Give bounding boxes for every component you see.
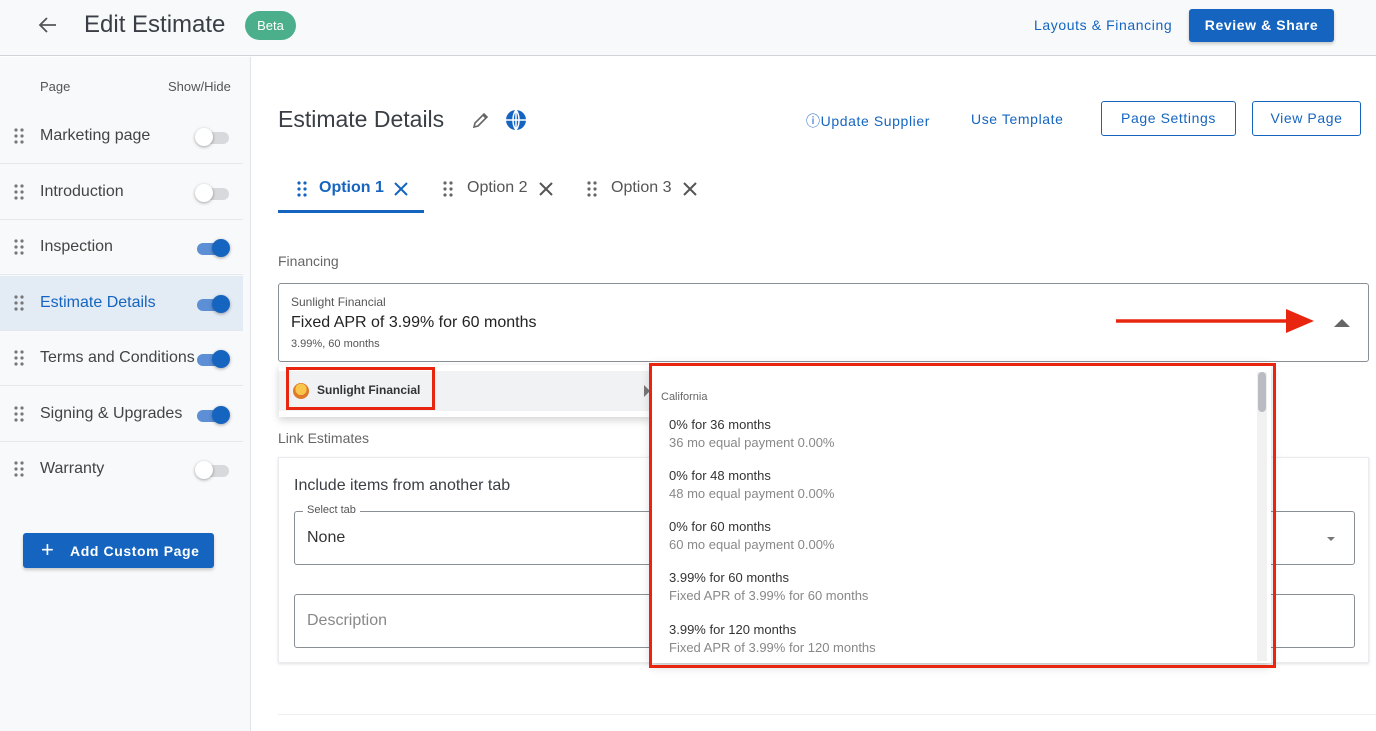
drag-handle-icon[interactable] (14, 295, 24, 311)
visibility-toggle[interactable] (195, 239, 230, 257)
drag-handle-icon[interactable] (14, 350, 24, 366)
active-tab-indicator (278, 210, 424, 213)
update-supplier-label: Update Supplier (820, 113, 931, 129)
layouts-financing-link[interactable]: Layouts & Financing (1034, 17, 1172, 33)
highlight-provider (286, 367, 435, 410)
tab-label: Option 2 (467, 179, 528, 196)
chevron-up-icon[interactable] (1334, 319, 1350, 327)
sidebar-item-warranty[interactable]: Warranty (0, 442, 243, 497)
back-arrow-icon[interactable] (36, 13, 60, 37)
arrow-right-icon (1116, 309, 1314, 333)
beta-badge: Beta (245, 11, 296, 40)
drag-handle-icon[interactable] (14, 128, 24, 144)
highlight-plans (649, 363, 1276, 668)
review-share-button[interactable]: Review & Share (1189, 9, 1334, 42)
add-custom-page-button[interactable]: + Add Custom Page (23, 533, 214, 568)
add-custom-page-label: Add Custom Page (70, 543, 200, 559)
top-bar: Edit Estimate Beta Layouts & Financing R… (0, 0, 1376, 56)
sidebar-item-estimate-details[interactable]: Estimate Details (0, 276, 243, 331)
info-icon: ⓘ (806, 113, 821, 129)
pencil-icon[interactable] (471, 110, 491, 130)
sidebar-item-introduction[interactable]: Introduction (0, 165, 243, 220)
visibility-toggle[interactable] (195, 128, 229, 146)
select-tab-legend: Select tab (303, 504, 360, 516)
sidebar: Page Show/Hide Marketing page Introducti… (0, 57, 251, 731)
close-icon[interactable] (538, 181, 554, 197)
visibility-toggle[interactable] (195, 461, 229, 479)
visibility-toggle[interactable] (195, 350, 230, 368)
section-title: Estimate Details (278, 106, 445, 132)
description-placeholder: Description (307, 612, 388, 629)
sidebar-item-label: Introduction (40, 183, 124, 200)
page-column-header: Page (40, 79, 71, 94)
visibility-toggle[interactable] (195, 184, 229, 202)
showhide-column-header: Show/Hide (168, 79, 231, 94)
financing-provider: Sunlight Financial (291, 295, 386, 309)
financing-selected-plan: Fixed APR of 3.99% for 60 months (291, 314, 537, 331)
sidebar-item-inspection[interactable]: Inspection (0, 220, 243, 275)
drag-handle-icon[interactable] (587, 181, 597, 197)
globe-icon[interactable] (504, 108, 528, 132)
sidebar-item-terms-and-conditions[interactable]: Terms and Conditions (0, 331, 243, 386)
tab-option-1[interactable]: Option 1 (297, 176, 417, 213)
link-card-title: Include items from another tab (294, 477, 511, 494)
chevron-down-icon (1327, 537, 1335, 541)
drag-handle-icon[interactable] (14, 406, 24, 422)
drag-handle-icon[interactable] (443, 181, 453, 197)
drag-handle-icon[interactable] (14, 461, 24, 477)
drag-handle-icon[interactable] (14, 184, 24, 200)
close-icon[interactable] (393, 181, 409, 197)
drag-handle-icon[interactable] (297, 181, 307, 197)
visibility-toggle[interactable] (195, 406, 230, 424)
select-tab-value: None (307, 529, 346, 546)
sidebar-item-label: Terms and Conditions (40, 349, 195, 366)
sidebar-item-label: Estimate Details (40, 294, 156, 311)
tab-label: Option 3 (611, 179, 672, 196)
plus-icon: + (41, 537, 55, 562)
use-template-button[interactable]: Use Template (971, 111, 1064, 127)
tab-option-2[interactable]: Option 2 (443, 176, 563, 213)
tab-label: Option 1 (319, 179, 384, 196)
page-title: Edit Estimate (84, 11, 226, 38)
view-page-button[interactable]: View Page (1252, 101, 1361, 136)
sidebar-item-label: Inspection (40, 238, 113, 255)
page-settings-button[interactable]: Page Settings (1101, 101, 1236, 136)
close-icon[interactable] (682, 181, 698, 197)
link-estimates-label: Link Estimates (278, 430, 370, 446)
visibility-toggle[interactable] (195, 295, 230, 313)
tab-option-3[interactable]: Option 3 (587, 176, 707, 213)
financing-selected-sub: 3.99%, 60 months (291, 338, 380, 350)
sidebar-item-label: Signing & Upgrades (40, 405, 183, 422)
sidebar-item-label: Marketing page (40, 127, 151, 144)
financing-label: Financing (278, 253, 339, 269)
sidebar-item-label: Warranty (40, 460, 105, 477)
divider (278, 714, 1376, 715)
update-supplier-button[interactable]: ⓘUpdate Supplier (806, 111, 930, 131)
sidebar-item-marketing-page[interactable]: Marketing page (0, 109, 243, 164)
drag-handle-icon[interactable] (14, 239, 24, 255)
sidebar-item-signing-upgrades[interactable]: Signing & Upgrades (0, 387, 243, 442)
